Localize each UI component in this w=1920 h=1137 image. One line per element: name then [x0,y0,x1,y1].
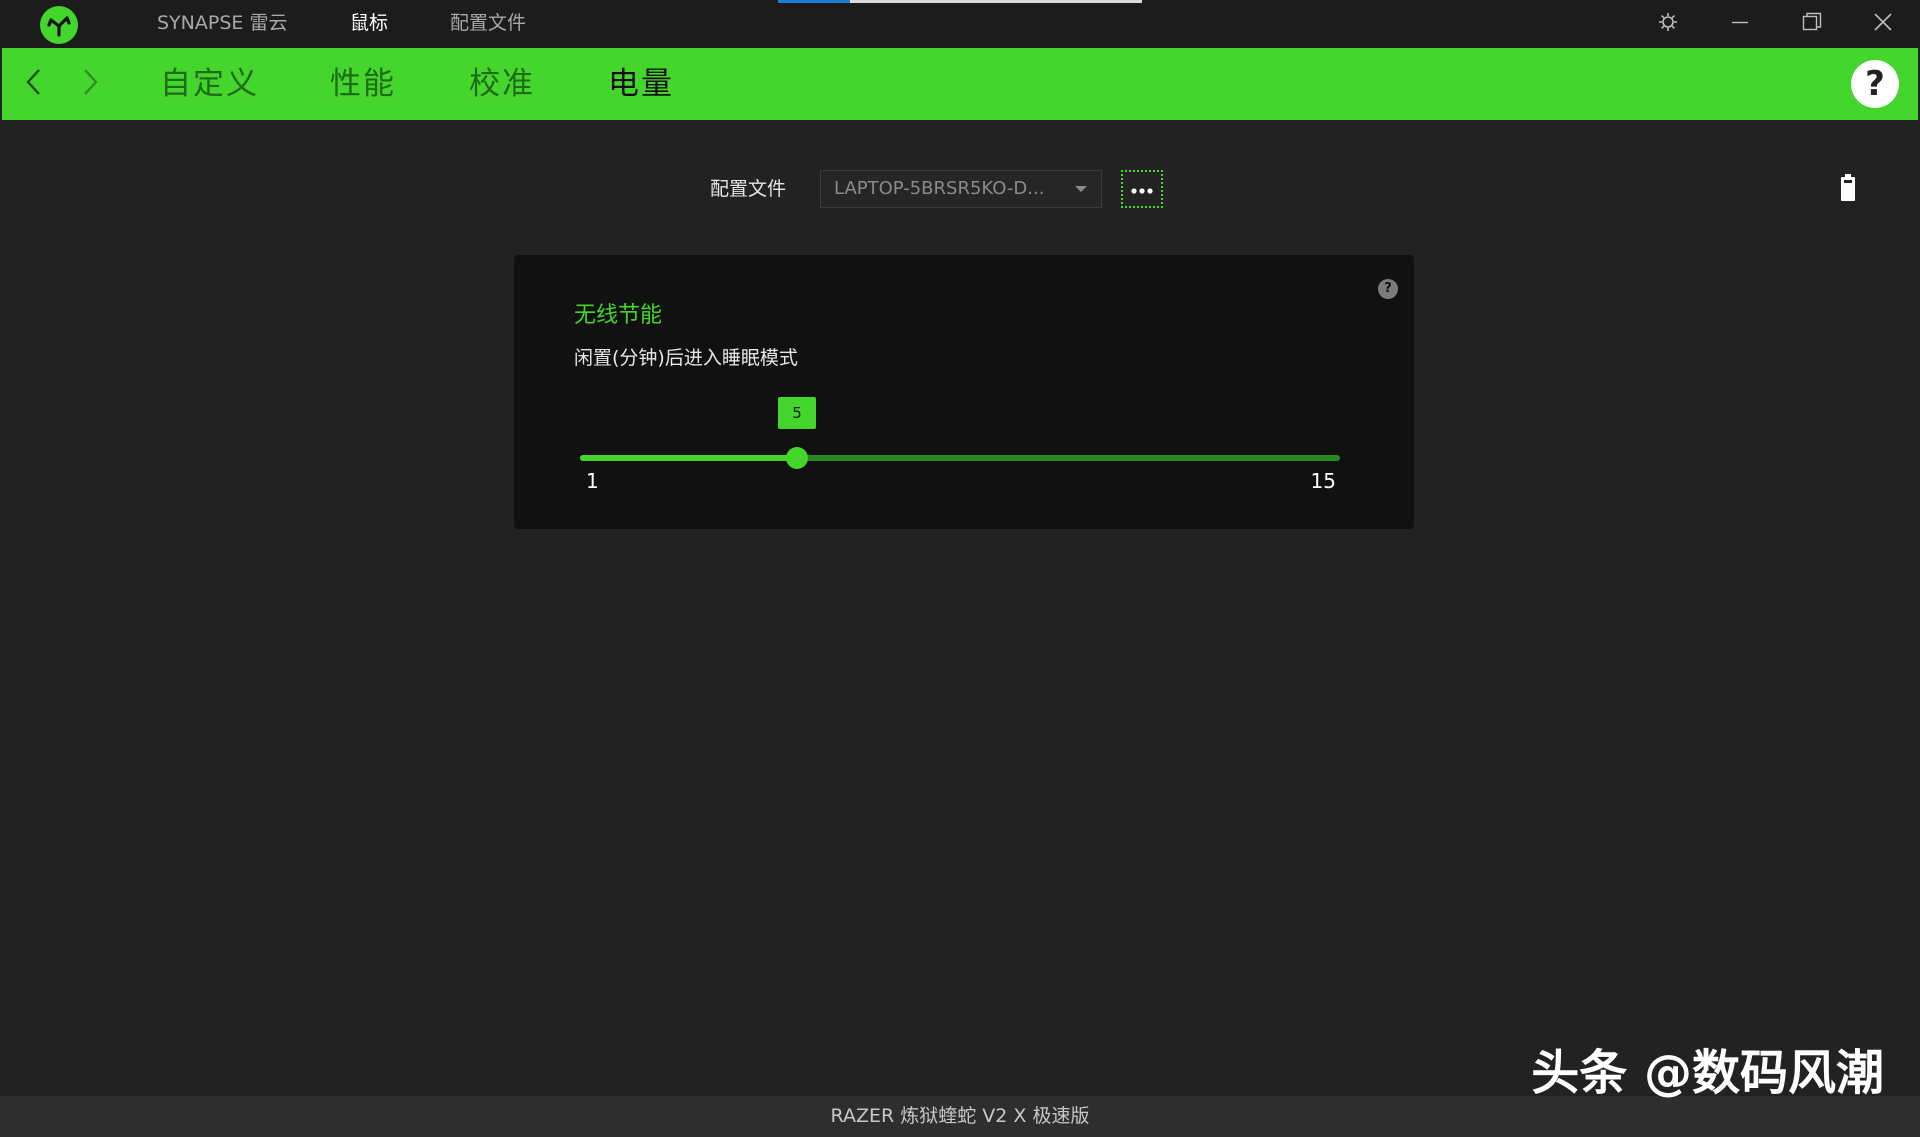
razer-logo-icon[interactable] [40,6,78,44]
chevron-left-icon [24,67,44,101]
tab-performance[interactable]: 性能 [330,48,396,120]
slider-max-label: 15 [1310,469,1336,493]
chevron-right-icon [80,67,100,101]
tab-profiles[interactable]: 配置文件 [450,0,526,48]
profile-label: 配置文件 [710,178,787,200]
minimize-icon [1731,13,1749,35]
slider-value-badge: 5 [778,397,816,429]
forward-button[interactable] [72,66,108,102]
panel-help-icon[interactable]: ? [1378,279,1398,299]
tab-mouse[interactable]: 鼠标 [350,0,388,48]
tab-customize[interactable]: 自定义 [160,48,259,120]
slider-min-label: 1 [586,469,599,493]
power-saving-panel: ? 无线节能 闲置(分钟)后进入睡眠模式 5 1 15 [514,255,1414,529]
tab-power[interactable]: 电量 [608,48,674,120]
back-button[interactable] [16,66,52,102]
chevron-down-icon [1075,186,1087,192]
restore-icon [1802,12,1822,36]
sleep-timeout-slider[interactable]: 5 1 15 [580,397,1340,515]
settings-button[interactable] [1633,0,1703,48]
profile-dropdown-value: LAPTOP-5BRSR5KO-D... [834,178,1045,199]
tab-calibration[interactable]: 校准 [469,48,535,120]
title-bar: SYNAPSE 雷云 鼠标 配置文件 [0,0,1920,48]
profile-dropdown[interactable]: LAPTOP-5BRSR5KO-D... [820,170,1102,208]
close-icon [1873,12,1893,36]
loading-progress-fill [778,0,850,3]
close-button[interactable] [1848,0,1918,48]
panel-title: 无线节能 [574,303,663,328]
slider-thumb[interactable] [786,447,808,469]
restore-button[interactable] [1777,0,1847,48]
profile-more-button[interactable] [1121,170,1163,208]
slider-fill [580,455,797,461]
gear-icon [1657,11,1679,37]
watermark: 头条 @数码风潮 [1531,1045,1884,1101]
battery-icon[interactable] [1840,174,1856,206]
help-icon: ? [1865,64,1885,104]
synapse-window: SYNAPSE 雷云 鼠标 配置文件 自定义 性能 校准 电量 ? 配置文件 L… [0,0,1920,1137]
help-button[interactable]: ? [1851,60,1899,108]
device-nav-bar: 自定义 性能 校准 电量 ? [2,48,1918,120]
loading-progress-bar [778,0,1142,3]
panel-description: 闲置(分钟)后进入睡眠模式 [574,347,798,369]
minimize-button[interactable] [1705,0,1775,48]
tab-synapse[interactable]: SYNAPSE 雷云 [157,0,287,48]
more-options-icon [1130,180,1154,199]
